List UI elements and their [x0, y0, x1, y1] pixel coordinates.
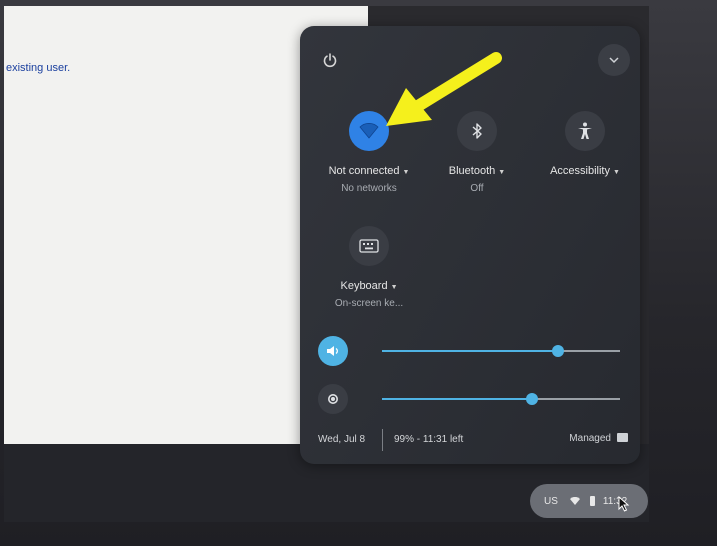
- date-label[interactable]: Wed, Jul 8: [318, 434, 365, 445]
- volume-thumb[interactable]: [552, 345, 565, 357]
- footer-divider: [382, 429, 383, 451]
- screen: existing user. Not connected ▼ No networ…: [4, 6, 649, 522]
- battery-icon: [589, 496, 595, 506]
- caret-down-icon: ▼: [612, 169, 620, 176]
- caret-down-icon: ▼: [402, 169, 410, 176]
- ime-indicator: US: [544, 495, 558, 507]
- brightness-slider[interactable]: [382, 393, 620, 405]
- keyboard-icon: [359, 239, 379, 253]
- brightness-thumb[interactable]: [525, 393, 538, 405]
- page-text: existing user.: [6, 62, 71, 74]
- keyboard-toggle-button[interactable]: [349, 226, 389, 266]
- keyboard-tile[interactable]: Keyboard ▼ On-screen ke...: [314, 226, 424, 309]
- managed-label: Managed: [569, 433, 611, 444]
- brightness-fill: [382, 398, 532, 400]
- annotation-arrow-icon: [386, 52, 502, 126]
- caret-down-icon: ▼: [498, 169, 506, 176]
- managed-indicator[interactable]: Managed: [569, 433, 628, 444]
- brightness-row: [314, 384, 624, 414]
- accessibility-label: Accessibility: [550, 165, 610, 177]
- accessibility-tile[interactable]: Accessibility ▼: [530, 111, 640, 177]
- wifi-icon: [359, 123, 379, 139]
- volume-fill: [382, 350, 559, 352]
- accessibility-icon: [578, 122, 592, 139]
- volume-row: [314, 336, 624, 366]
- bluetooth-sublabel: Off: [470, 183, 484, 194]
- status-area[interactable]: US 11:32: [530, 484, 648, 518]
- chevron-down-icon: [609, 56, 619, 63]
- accessibility-toggle-button[interactable]: [565, 111, 605, 151]
- volume-slider[interactable]: [382, 345, 620, 357]
- network-label: Not connected: [328, 165, 400, 177]
- keyboard-sublabel: On-screen ke...: [334, 298, 404, 309]
- network-sublabel: No networks: [341, 183, 397, 194]
- power-icon[interactable]: [318, 48, 342, 72]
- keyboard-label: Keyboard: [340, 280, 388, 292]
- battery-status[interactable]: 99% - 11:31 left: [394, 434, 463, 445]
- caret-down-icon: ▼: [390, 284, 398, 291]
- collapse-button[interactable]: [598, 44, 630, 76]
- quick-settings-footer: Wed, Jul 8 99% - 11:31 left Managed: [318, 429, 628, 451]
- mouse-cursor-icon: [618, 496, 630, 512]
- building-icon: [617, 433, 628, 442]
- wifi-icon: [569, 497, 580, 505]
- volume-icon[interactable]: [318, 336, 348, 366]
- bluetooth-label: Bluetooth: [448, 165, 496, 177]
- brightness-icon[interactable]: [318, 384, 348, 414]
